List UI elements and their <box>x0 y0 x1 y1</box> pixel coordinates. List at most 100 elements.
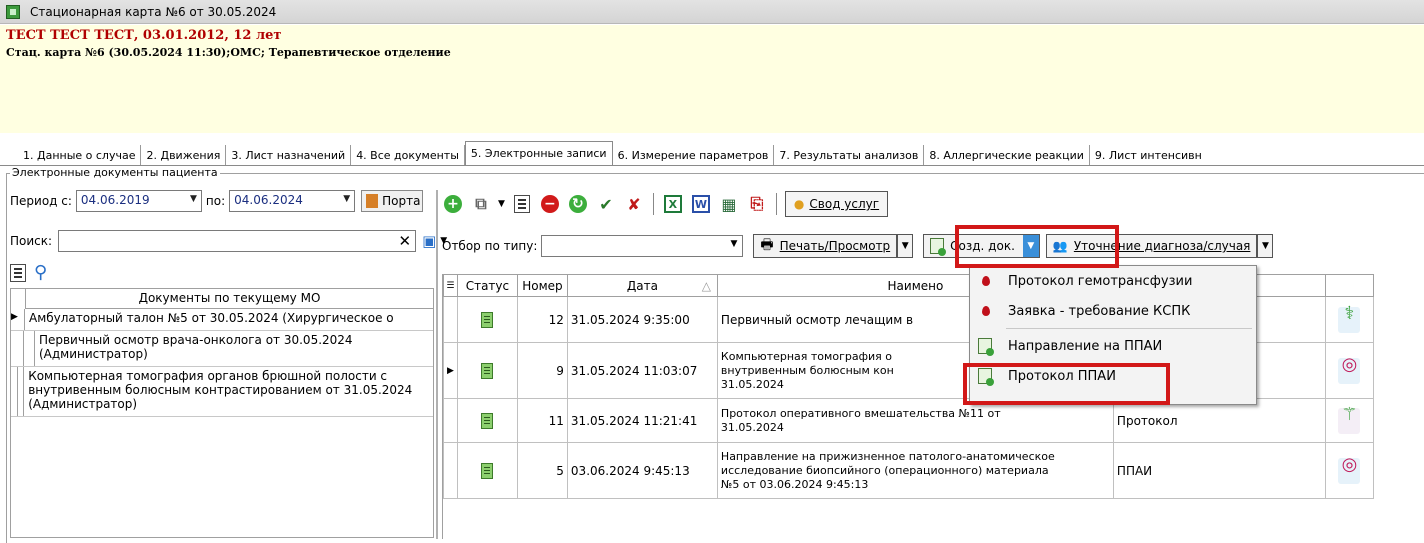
col-icon <box>1324 274 1374 297</box>
copy-icon[interactable]: ⧉ <box>470 193 492 215</box>
search-options-icon[interactable]: ▣ <box>422 232 436 250</box>
type-filter-select[interactable]: ▼ <box>541 235 744 257</box>
chevron-down-icon[interactable]: ▼ <box>190 194 197 204</box>
tree-item[interactable]: Первичный осмотр врача-онколога от 30.05… <box>11 331 433 367</box>
status-cell <box>456 296 518 343</box>
unsign-document-icon[interactable]: ✘ <box>623 193 645 215</box>
highlight-ppai-protocol <box>963 363 1170 405</box>
signed-status-icon <box>481 311 494 328</box>
print-preview-label: Печать/Просмотр <box>779 239 891 253</box>
search-label: Поиск: <box>10 234 53 248</box>
print-preview-button[interactable]: 🖶 Печать/Просмотр <box>753 234 898 258</box>
period-from-value: 04.06.2019 <box>80 193 150 207</box>
row-gutter <box>443 442 458 499</box>
portal-label: Порта <box>382 194 421 208</box>
word-icon[interactable]: W <box>690 193 712 215</box>
print-dropdown-button[interactable]: ▼ <box>897 234 914 258</box>
pdf-icon[interactable]: ⎘ <box>746 193 768 215</box>
signed-status-icon <box>481 412 494 429</box>
tree-item-label: Первичный осмотр врача-онколога от 30.05… <box>38 333 353 361</box>
add-icon[interactable]: + <box>442 193 464 215</box>
menu-separator <box>1006 328 1252 329</box>
template-cell: ППАИ <box>1112 442 1326 499</box>
menu-item-ppai-referral[interactable]: Направление на ППАИ <box>970 331 1256 361</box>
chevron-down-icon[interactable]: ▼ <box>498 199 505 209</box>
tab-allergies[interactable]: 8. Аллергические реакции <box>924 145 1090 165</box>
menu-item-kspk-request[interactable]: Заявка - требование КСПК <box>970 296 1256 326</box>
excel-icon[interactable]: X <box>662 193 684 215</box>
tree-gutter <box>11 331 24 366</box>
col-date-label: Дата <box>626 278 658 293</box>
patient-header: ТЕСТ ТЕСТ ТЕСТ, 03.01.2012, 12 лет Стац.… <box>0 25 1424 133</box>
magnifier-icon[interactable]: ⚲ <box>34 262 47 283</box>
document-green-icon <box>930 238 947 256</box>
tab-case-data[interactable]: 1. Данные о случае <box>18 145 142 165</box>
scan-icon: ◎ <box>1338 455 1361 484</box>
date-cell: 31.05.2024 11:21:41 <box>566 398 718 443</box>
name-cell: Протокол оперативного вмешательства №11 … <box>716 398 1114 443</box>
search-row: Поиск: ✕ ▣ ▼ <box>10 230 447 252</box>
signed-status-icon <box>481 362 494 379</box>
number-cell: 12 <box>516 296 568 343</box>
coins-icon: ● <box>793 197 805 211</box>
tab-electronic-records[interactable]: 5. Электронные записи <box>464 141 613 165</box>
main-toolbar: + ⧉ ▼ − ↻ ✔ ✘ X W ▦ ⎘ ● Свод услуг <box>442 190 889 218</box>
filter-row: Отбор по типу: ▼ 🖶 Печать/Просмотр ▼ Соз… <box>442 234 1274 258</box>
col-status[interactable]: Статус <box>456 274 518 297</box>
template-cell: Протокол <box>1112 398 1326 443</box>
table-row[interactable]: 11 31.05.2024 11:21:41 Протокол оператив… <box>443 398 1374 443</box>
status-cell <box>456 342 518 399</box>
clear-icon[interactable]: ✕ <box>398 232 411 250</box>
services-summary-label: Свод услуг <box>809 197 880 211</box>
document-list-icon[interactable] <box>511 193 533 215</box>
tab-intensive[interactable]: 9. Лист интенсивн <box>1090 145 1207 165</box>
period-to-field[interactable]: 04.06.2024 ▼ <box>229 190 356 212</box>
template-icon-cell: ◎ <box>1324 442 1374 499</box>
tab-parameters[interactable]: 6. Измерение параметров <box>613 145 775 165</box>
refresh-icon[interactable]: ↻ <box>567 193 589 215</box>
template-icon-cell: ⚚ <box>1324 398 1374 443</box>
document-green-icon <box>978 338 994 356</box>
tree-item[interactable]: Компьютерная томография органов брюшной … <box>11 367 433 417</box>
services-summary-button[interactable]: ● Свод услуг <box>784 191 889 217</box>
column-chooser-icon[interactable]: ☰ <box>443 274 458 297</box>
tab-prescriptions[interactable]: 3. Лист назначений <box>226 145 352 165</box>
menu-item-label: Направление на ППАИ <box>1008 338 1163 354</box>
tree-indent <box>24 331 35 366</box>
col-number[interactable]: Номер <box>516 274 568 297</box>
menu-item-label: Протокол гемотрансфузии <box>1008 273 1193 289</box>
number-cell: 9 <box>516 342 568 399</box>
portal-button[interactable]: Порта <box>361 190 424 212</box>
period-row: Период с: 04.06.2019 ▼ по: 04.06.2024 ▼ … <box>10 190 424 212</box>
tree-item-label: Амбулаторный талон №5 от 30.05.2024 (Хир… <box>29 311 394 325</box>
panel-splitter[interactable] <box>436 190 438 539</box>
row-pointer-icon: ▶ <box>443 342 458 399</box>
tree-item-label: Компьютерная томография органов брюшной … <box>28 369 413 411</box>
menu-item-transfusion[interactable]: Протокол гемотрансфузии <box>970 266 1256 296</box>
status-cell <box>456 398 518 443</box>
chevron-down-icon[interactable]: ▼ <box>343 194 350 204</box>
date-cell: 31.05.2024 11:03:07 <box>566 342 718 399</box>
tree-item[interactable]: ▶ Амбулаторный талон №5 от 30.05.2024 (Х… <box>11 309 433 331</box>
clarify-dropdown-button[interactable]: ▼ <box>1257 234 1274 258</box>
export-icon[interactable]: ▦ <box>718 193 740 215</box>
blood-drop-icon <box>978 273 992 289</box>
filter-label: Отбор по типу: <box>442 239 538 253</box>
tab-all-documents[interactable]: 4. Все документы <box>351 145 465 165</box>
group-label: Электронные документы пациента <box>10 166 220 179</box>
period-from-field[interactable]: 04.06.2019 ▼ <box>75 190 202 212</box>
template-icon-cell: ◎ <box>1324 342 1374 399</box>
tree-header: Документы по текущему МО <box>25 289 433 309</box>
col-date[interactable]: Дата △ <box>566 274 718 297</box>
table-row[interactable]: 5 03.06.2024 9:45:13 Направление на приж… <box>443 442 1374 499</box>
search-input[interactable]: ✕ <box>58 230 417 252</box>
patient-name: ТЕСТ ТЕСТ ТЕСТ, 03.01.2012, 12 лет <box>6 28 282 43</box>
tab-movements[interactable]: 2. Движения <box>141 145 227 165</box>
tab-lab-results[interactable]: 7. Результаты анализов <box>774 145 925 165</box>
chevron-down-icon[interactable]: ▼ <box>730 239 737 249</box>
document-list-icon[interactable] <box>10 263 26 282</box>
period-from-label: Период с: <box>10 194 72 208</box>
sign-document-icon[interactable]: ✔ <box>595 193 617 215</box>
toolbar-separator <box>652 193 654 215</box>
delete-icon[interactable]: − <box>539 193 561 215</box>
